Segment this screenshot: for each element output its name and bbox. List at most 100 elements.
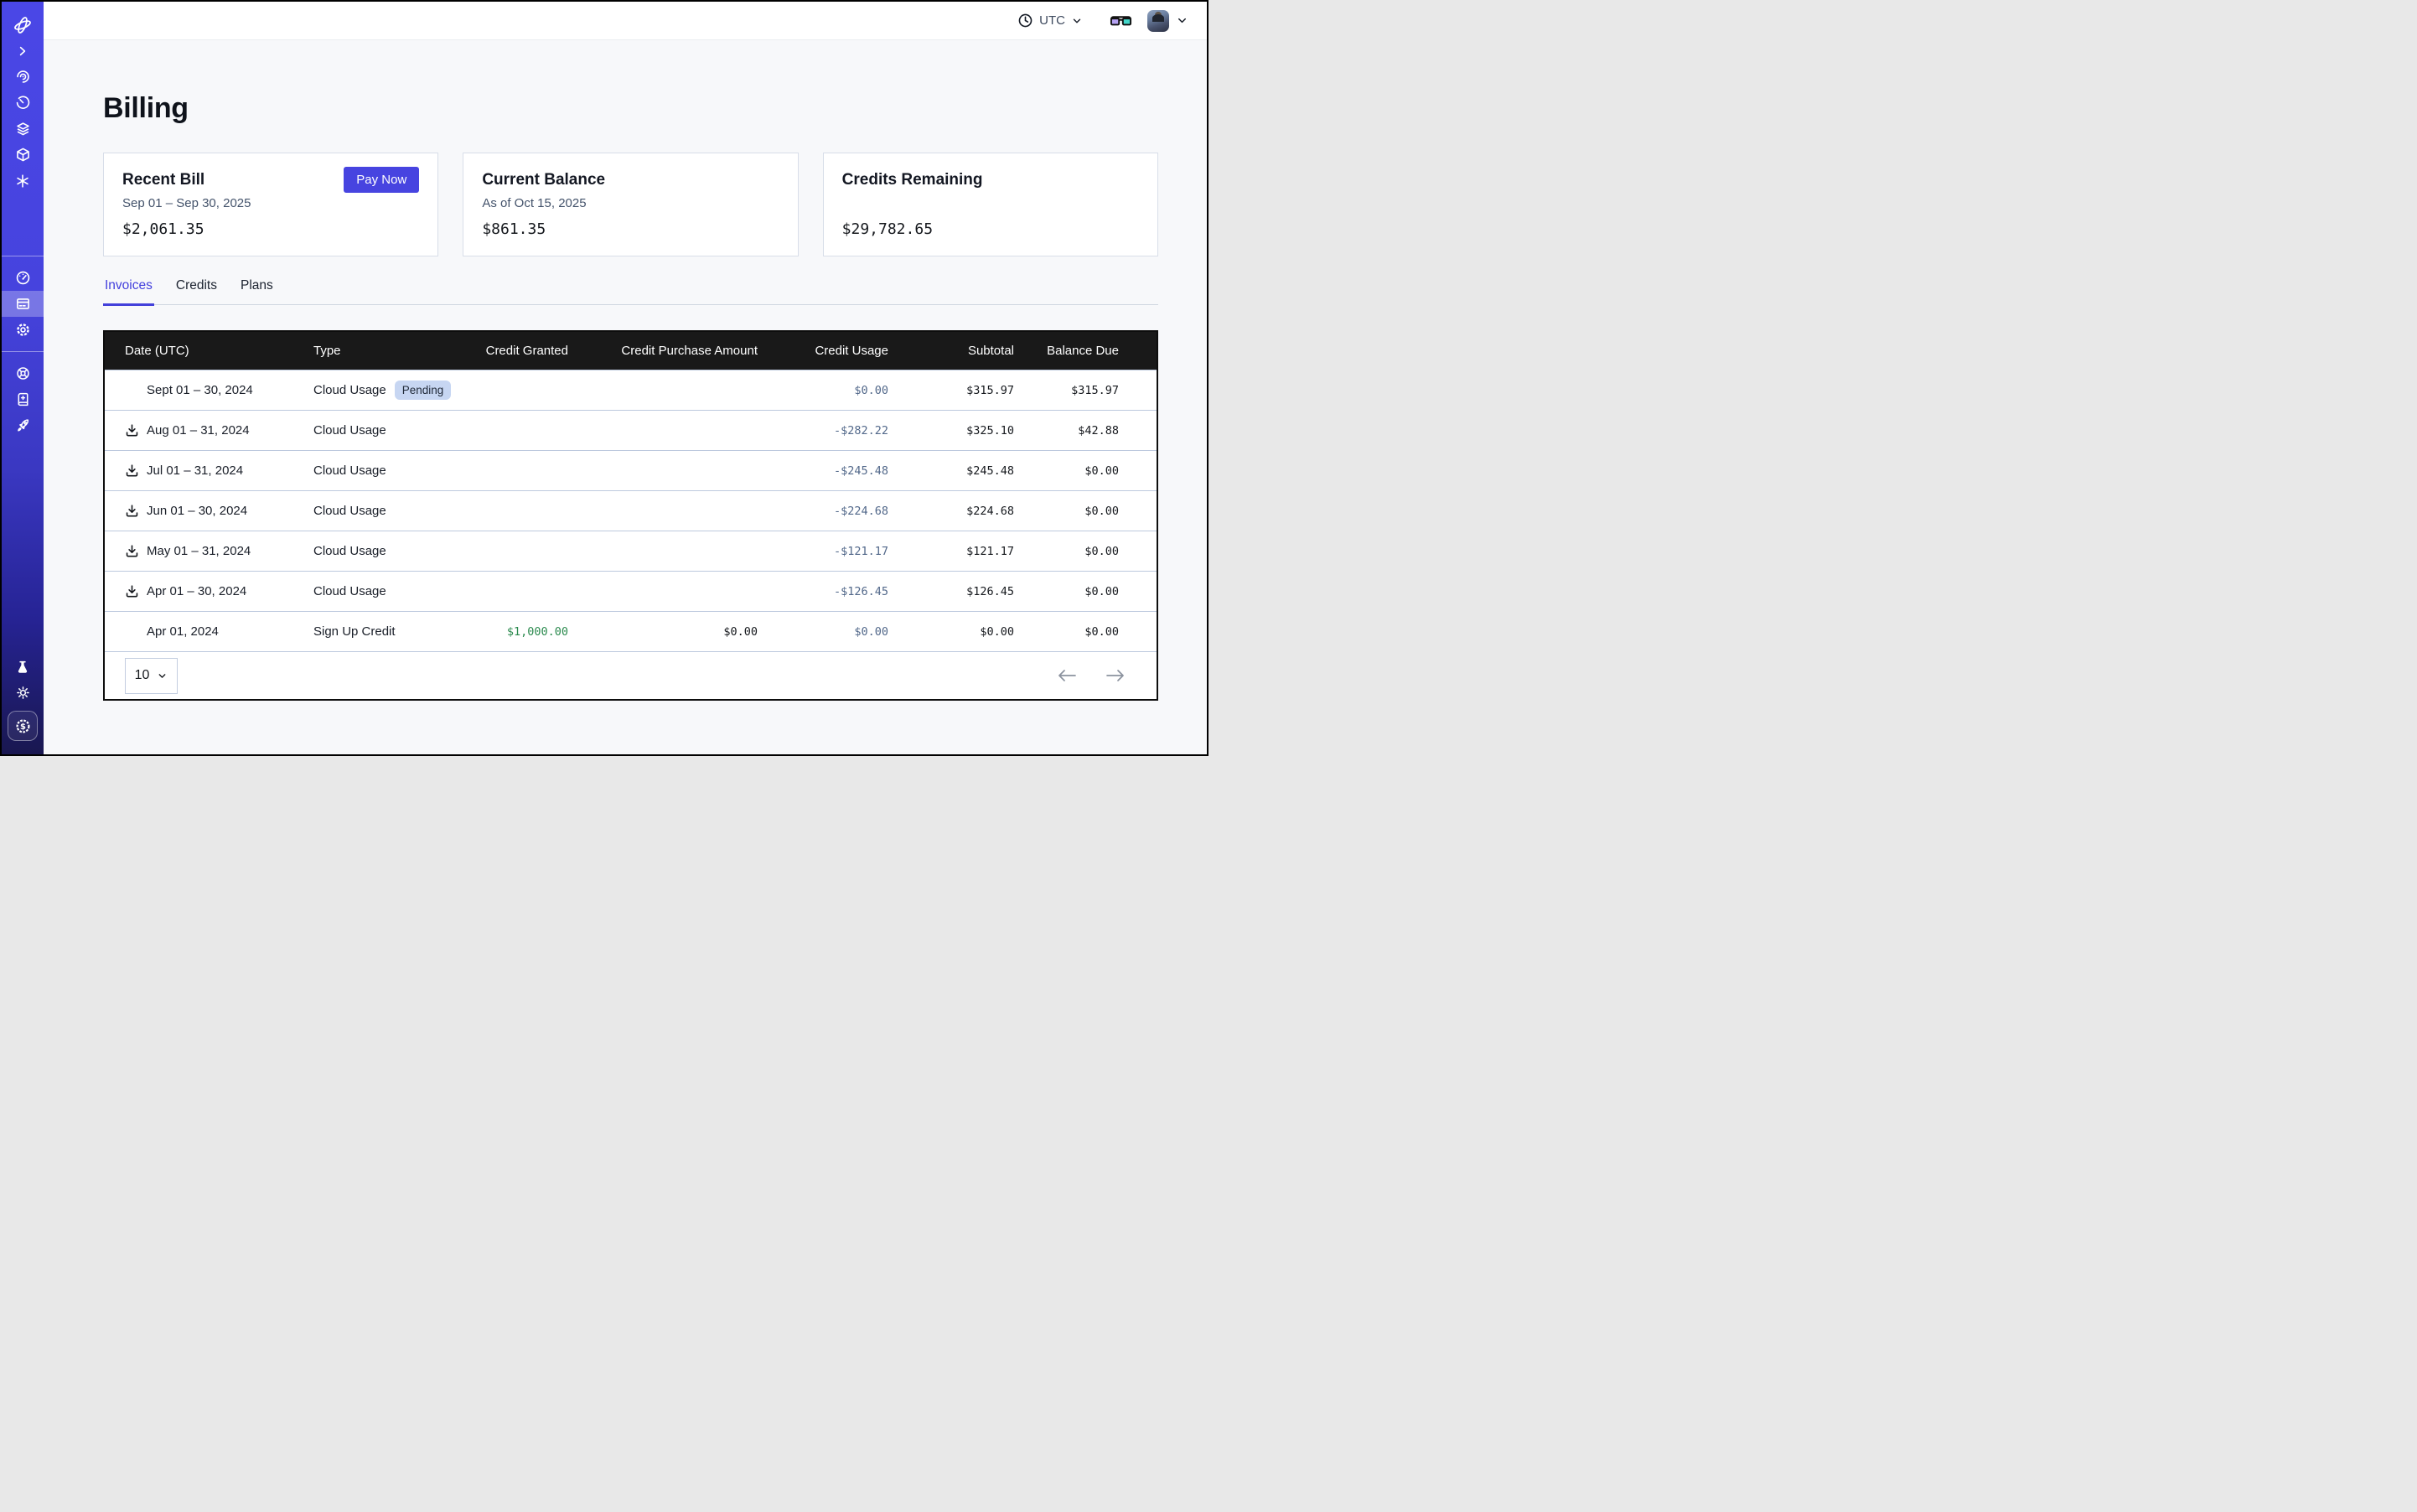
rocket-icon — [15, 417, 31, 433]
avatar[interactable] — [1147, 10, 1169, 32]
balance-due: $0.00 — [1014, 545, 1119, 558]
balance-due: $315.97 — [1014, 384, 1119, 397]
sidebar-item-labs[interactable] — [2, 654, 44, 680]
account-menu[interactable] — [1176, 14, 1188, 27]
sidebar-item-observe[interactable] — [2, 64, 44, 90]
col-date: Date (UTC) — [125, 344, 313, 358]
balance-due: $0.00 — [1014, 585, 1119, 598]
tab-invoices[interactable]: Invoices — [103, 278, 154, 304]
sidebar-item-settings[interactable] — [2, 317, 44, 343]
page-title: Billing — [103, 92, 1158, 125]
sidebar-item-support[interactable] — [2, 360, 44, 386]
table-row: Jun 01 – 30, 2024 Cloud Usage -$224.68 $… — [105, 490, 1157, 531]
subtotal: $325.10 — [888, 424, 1014, 438]
chevron-down-icon — [1176, 14, 1188, 27]
app-window: $ UTC — [0, 0, 1208, 756]
card-subtitle: As of Oct 15, 2025 — [482, 196, 779, 211]
sidebar-item-containers[interactable] — [2, 142, 44, 168]
invoice-date: Jul 01 – 31, 2024 — [147, 463, 243, 478]
app-logo[interactable] — [2, 12, 44, 38]
balance-due: $0.00 — [1014, 625, 1119, 639]
gear-icon — [15, 322, 31, 338]
sidebar-item-usage[interactable] — [2, 265, 44, 291]
card-amount: $29,782.65 — [842, 220, 1139, 238]
tab-credits[interactable]: Credits — [174, 278, 219, 304]
sun-icon — [15, 685, 31, 701]
subtotal: $126.45 — [888, 585, 1014, 598]
invoice-type: Cloud Usage — [313, 463, 386, 478]
sidebar-item-getting-started[interactable] — [2, 412, 44, 438]
invoice-date: Apr 01, 2024 — [147, 624, 219, 639]
spiral-eye-icon — [15, 69, 31, 85]
tab-plans[interactable]: Plans — [239, 278, 275, 304]
sidebar-item-theme[interactable] — [2, 680, 44, 706]
invoice-type: Cloud Usage — [313, 584, 386, 598]
gauge-icon — [15, 270, 31, 286]
card-title: Recent Bill — [122, 171, 204, 189]
book-sparkle-icon — [15, 391, 31, 407]
table-row: Aug 01 – 31, 2024 Cloud Usage -$282.22 $… — [105, 410, 1157, 450]
recent-bill-card: Recent Bill Pay Now Sep 01 – Sep 30, 202… — [103, 153, 438, 256]
download-invoice-button[interactable] — [125, 544, 139, 558]
main-area: UTC Billi — [44, 2, 1207, 754]
credit-usage: -$126.45 — [758, 585, 888, 598]
invoice-type: Cloud Usage — [313, 504, 386, 518]
cube-icon — [15, 147, 31, 163]
sidebar-item-billing[interactable] — [2, 291, 44, 317]
download-invoice-button[interactable] — [125, 463, 139, 478]
sidebar: $ — [2, 2, 44, 754]
view-mode-toggle[interactable] — [1110, 13, 1132, 28]
credit-purchase: $0.00 — [568, 625, 758, 639]
col-credit-purchase: Credit Purchase Amount — [568, 344, 758, 358]
col-subtotal: Subtotal — [888, 344, 1014, 358]
sidebar-item-layers[interactable] — [2, 116, 44, 142]
card-title: Current Balance — [482, 171, 605, 189]
credit-usage: -$245.48 — [758, 464, 888, 478]
timezone-selector[interactable]: UTC — [1017, 13, 1083, 28]
card-title: Credits Remaining — [842, 171, 983, 189]
invoice-date: Aug 01 – 31, 2024 — [147, 423, 250, 438]
card-amount: $2,061.35 — [122, 220, 419, 238]
table-row: Apr 01 – 30, 2024 Cloud Usage -$126.45 $… — [105, 571, 1157, 611]
balance-due: $42.88 — [1014, 424, 1119, 438]
credit-usage: $0.00 — [758, 384, 888, 397]
subtotal: $224.68 — [888, 505, 1014, 518]
sidebar-expand[interactable] — [2, 38, 44, 64]
next-page-button[interactable] — [1106, 669, 1125, 682]
credits-rewards-button[interactable]: $ — [8, 711, 38, 741]
pay-now-button[interactable]: Pay Now — [344, 167, 419, 193]
invoice-date: Apr 01 – 30, 2024 — [147, 584, 246, 598]
current-balance-card: Current Balance As of Oct 15, 2025 $861.… — [463, 153, 798, 256]
credit-granted: $1,000.00 — [460, 625, 568, 639]
card-subtitle — [842, 196, 1139, 211]
sidebar-item-functions[interactable] — [2, 168, 44, 194]
download-invoice-button[interactable] — [125, 584, 139, 598]
invoice-date: Sept 01 – 30, 2024 — [147, 383, 253, 397]
download-icon — [125, 544, 139, 558]
table-row: Sept 01 – 30, 2024 Cloud Usage Pending $… — [105, 370, 1157, 410]
flask-icon — [15, 660, 30, 675]
invoice-date: May 01 – 31, 2024 — [147, 544, 251, 558]
chevron-right-icon — [16, 44, 29, 58]
invoice-type: Sign Up Credit — [313, 624, 396, 639]
clock-icon — [1017, 13, 1033, 28]
download-invoice-button[interactable] — [125, 504, 139, 518]
invoice-date: Jun 01 – 30, 2024 — [147, 504, 247, 518]
credit-usage: $0.00 — [758, 625, 888, 639]
page-size-value: 10 — [135, 668, 150, 683]
card-subtitle: Sep 01 – Sep 30, 2025 — [122, 196, 419, 211]
previous-page-button[interactable] — [1058, 669, 1076, 682]
sidebar-item-docs[interactable] — [2, 386, 44, 412]
svg-text:$: $ — [20, 722, 26, 731]
download-invoice-button[interactable] — [125, 423, 139, 438]
content: Billing Recent Bill Pay Now Sep 01 – Sep… — [44, 40, 1207, 754]
subtotal: $315.97 — [888, 384, 1014, 397]
download-icon — [125, 423, 139, 438]
table-row: May 01 – 31, 2024 Cloud Usage -$121.17 $… — [105, 531, 1157, 571]
col-balance-due: Balance Due — [1014, 344, 1119, 358]
table-header: Date (UTC) Type Credit Granted Credit Pu… — [105, 332, 1157, 370]
sidebar-item-history[interactable] — [2, 90, 44, 116]
page-size-select[interactable]: 10 — [125, 658, 178, 694]
download-icon — [125, 584, 139, 598]
chevron-down-icon — [1071, 15, 1083, 27]
